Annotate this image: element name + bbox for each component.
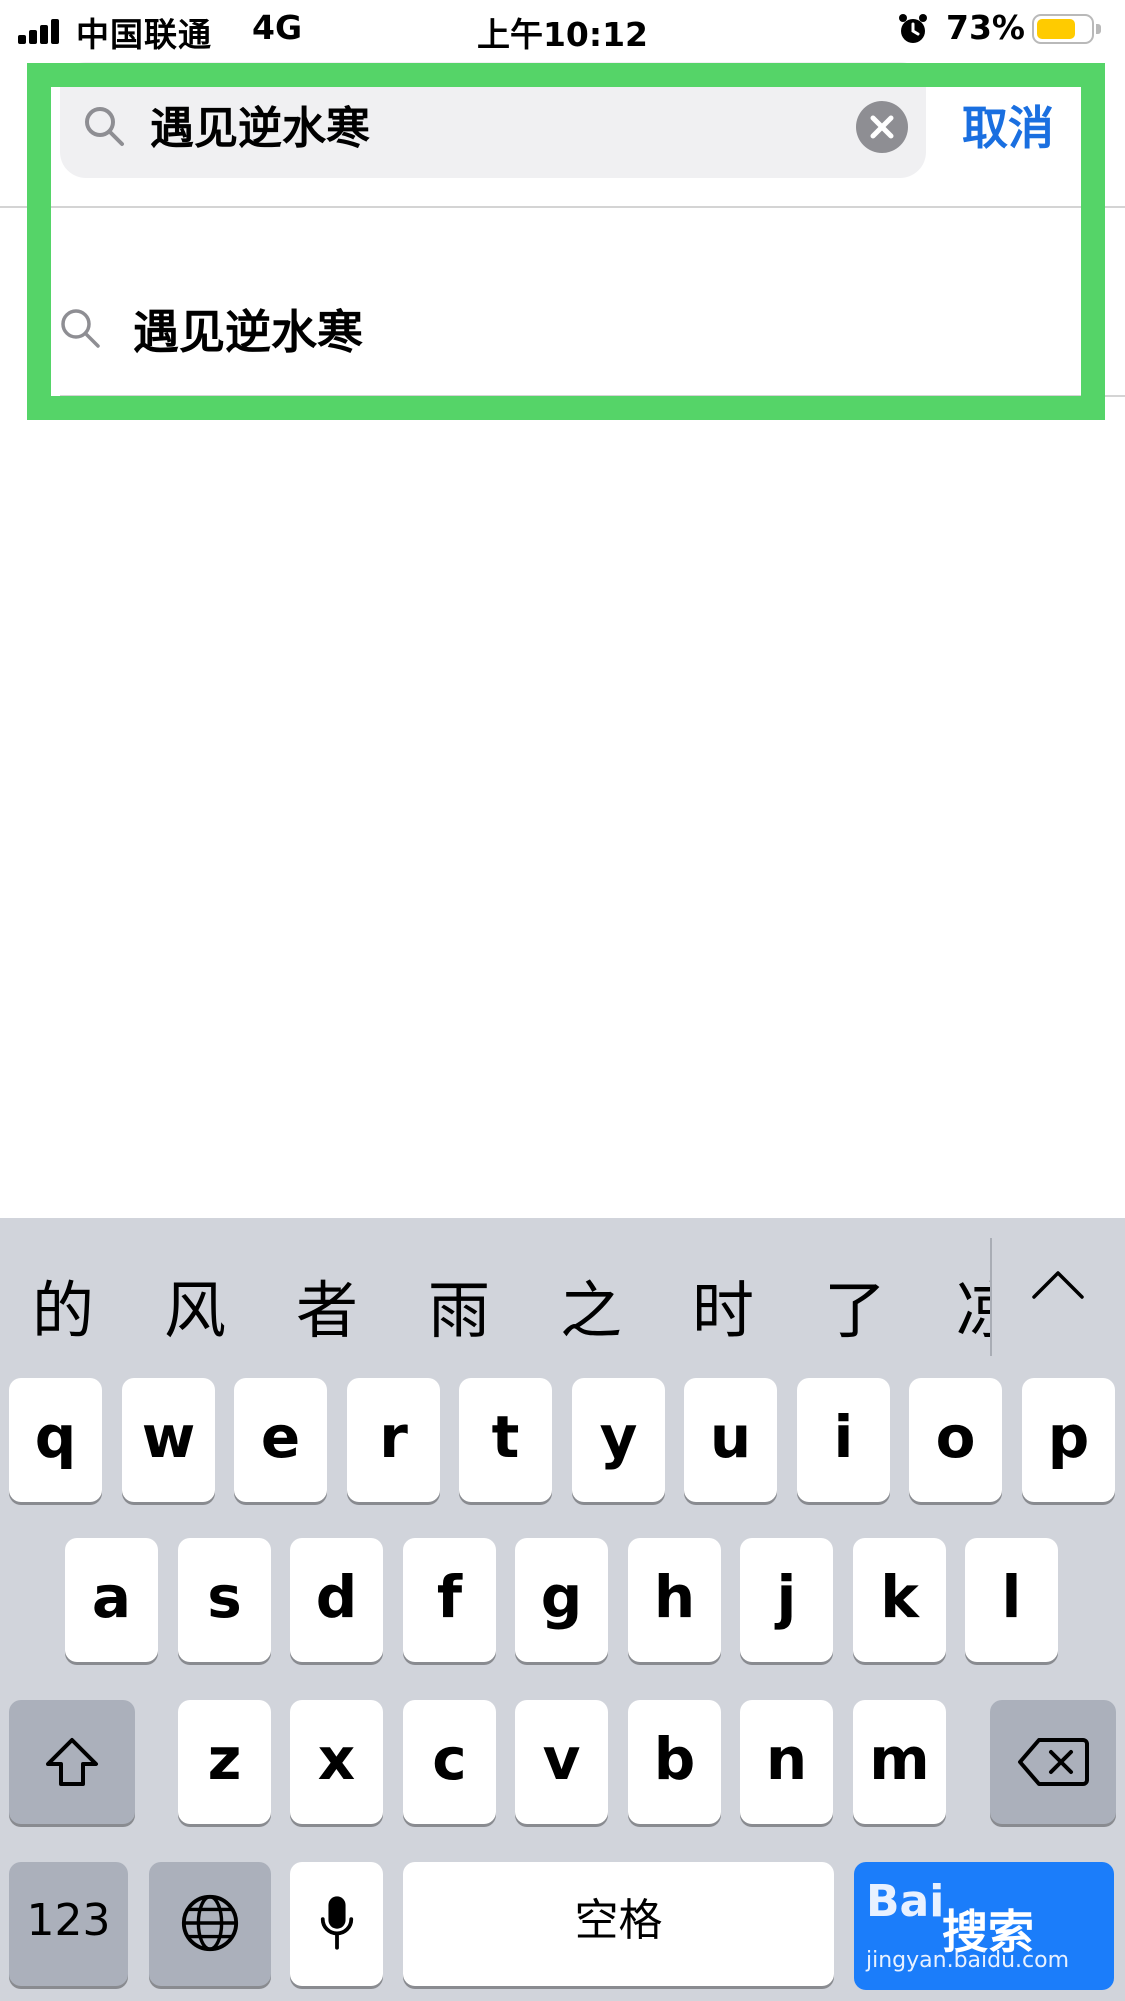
key-r[interactable]: r: [347, 1378, 440, 1502]
key-z[interactable]: z: [178, 1700, 271, 1824]
search-suggestion-item[interactable]: 遇见逆水寒: [0, 262, 1125, 392]
key-d[interactable]: d: [290, 1538, 383, 1662]
search-return-key[interactable]: Bai 搜索 jingyan.baidu.com: [854, 1862, 1114, 1990]
key-j[interactable]: j: [740, 1538, 833, 1662]
globe-key[interactable]: [149, 1862, 271, 1986]
key-p[interactable]: p: [1022, 1378, 1115, 1502]
key-q[interactable]: q: [9, 1378, 102, 1502]
key-u[interactable]: u: [684, 1378, 777, 1502]
key-s[interactable]: s: [178, 1538, 271, 1662]
expand-candidates-icon[interactable]: [1030, 1263, 1086, 1303]
key-i[interactable]: i: [797, 1378, 890, 1502]
delete-key[interactable]: [990, 1700, 1116, 1824]
key-b[interactable]: b: [628, 1700, 721, 1824]
watermark-url: jingyan.baidu.com: [866, 1948, 1070, 1973]
search-icon: [85, 107, 124, 146]
key-m[interactable]: m: [853, 1700, 946, 1824]
search-icon: [61, 309, 100, 348]
key-y[interactable]: y: [572, 1378, 665, 1502]
shift-icon: [46, 1738, 98, 1786]
candidate-word[interactable]: 了: [824, 1260, 886, 1350]
numbers-key[interactable]: 123: [9, 1862, 128, 1986]
candidate-bar: 的 风 者 雨 之 时 了 凉: [0, 1218, 1125, 1378]
key-t[interactable]: t: [459, 1378, 552, 1502]
candidate-word[interactable]: 风: [164, 1260, 226, 1350]
search-input[interactable]: 遇见逆水寒: [150, 92, 370, 156]
battery-icon: [1032, 14, 1101, 44]
clear-icon: [870, 115, 894, 139]
dictation-key[interactable]: [290, 1862, 383, 1986]
suggestion-label: 遇见逆水寒: [133, 305, 363, 359]
key-x[interactable]: x: [290, 1700, 383, 1824]
space-key[interactable]: 空格: [403, 1862, 834, 1986]
key-w[interactable]: w: [122, 1378, 215, 1502]
battery-percent: 73%: [946, 8, 1025, 47]
watermark-text: Bai: [866, 1876, 945, 1927]
clear-button[interactable]: [856, 101, 908, 153]
key-l[interactable]: l: [965, 1538, 1058, 1662]
candidate-word[interactable]: 雨: [428, 1260, 490, 1350]
divider: [990, 1238, 992, 1356]
divider: [60, 395, 1125, 397]
candidate-word[interactable]: 时: [692, 1260, 754, 1350]
divider: [0, 206, 1125, 208]
status-bar: 中国联通 4G 上午10:12 73%: [0, 0, 1125, 60]
key-o[interactable]: o: [909, 1378, 1002, 1502]
key-h[interactable]: h: [628, 1538, 721, 1662]
delete-icon: [1018, 1738, 1089, 1786]
candidate-word[interactable]: 的: [32, 1260, 94, 1350]
candidate-word[interactable]: 之: [560, 1260, 622, 1350]
key-k[interactable]: k: [853, 1538, 946, 1662]
key-v[interactable]: v: [515, 1700, 608, 1824]
key-g[interactable]: g: [515, 1538, 608, 1662]
key-n[interactable]: n: [740, 1700, 833, 1824]
alarm-icon: [899, 14, 927, 43]
microphone-icon: [320, 1896, 353, 1950]
candidate-word[interactable]: 凉: [956, 1260, 990, 1340]
key-f[interactable]: f: [403, 1538, 496, 1662]
cancel-button[interactable]: 取消: [962, 92, 1054, 158]
shift-key[interactable]: [9, 1700, 135, 1824]
key-a[interactable]: a: [65, 1538, 158, 1662]
key-e[interactable]: e: [234, 1378, 327, 1502]
candidate-word[interactable]: 者: [296, 1260, 358, 1350]
key-c[interactable]: c: [403, 1700, 496, 1824]
globe-icon: [181, 1894, 239, 1952]
